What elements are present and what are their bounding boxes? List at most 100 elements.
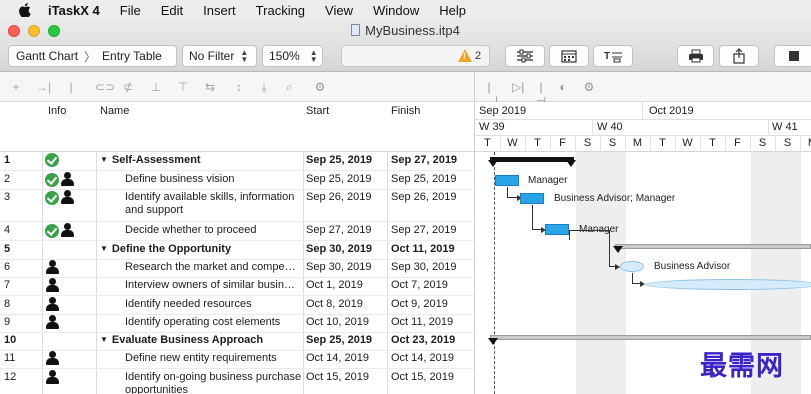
disclosure-triangle-icon[interactable]: ▼ bbox=[100, 335, 108, 344]
share-button[interactable] bbox=[719, 45, 759, 67]
task-bar[interactable] bbox=[545, 224, 569, 235]
table-row[interactable]: 5 ▼ Define the Opportunity Sep 30, 2019 O… bbox=[0, 241, 474, 260]
table-row[interactable]: 3 Identify available skills, information… bbox=[0, 189, 474, 222]
more-button[interactable] bbox=[774, 45, 811, 67]
menu-window[interactable]: Window bbox=[373, 3, 419, 18]
task-finish[interactable]: Sep 30, 2019 bbox=[391, 261, 473, 273]
search-icon[interactable]: ⌕ bbox=[283, 80, 295, 94]
zoom-popup[interactable]: 150% ▲ ▼ bbox=[262, 45, 323, 67]
task-start[interactable]: Oct 10, 2019 bbox=[306, 316, 388, 328]
go-start-icon[interactable]: |↔| bbox=[483, 80, 498, 108]
go-today-icon[interactable]: |⊣ bbox=[535, 80, 547, 108]
table-row[interactable]: 6 Research the market and compe… Sep 30,… bbox=[0, 259, 474, 278]
inspector-button[interactable] bbox=[505, 45, 545, 67]
task-start[interactable]: Oct 1, 2019 bbox=[306, 279, 388, 291]
task-start[interactable]: Oct 15, 2019 bbox=[306, 371, 388, 383]
unlink-icon[interactable]: ⊄ bbox=[122, 80, 134, 94]
task-name[interactable]: Decide whether to proceed bbox=[125, 224, 302, 237]
menu-app-name[interactable]: iTaskX 4 bbox=[48, 3, 100, 18]
progress-icon[interactable]: ◐ bbox=[557, 80, 569, 94]
disclosure-triangle-icon[interactable]: ▼ bbox=[100, 244, 108, 253]
view-selector[interactable]: Gantt Chart bbox=[16, 49, 78, 63]
task-finish[interactable]: Sep 27, 2019 bbox=[391, 224, 473, 236]
split-task-icon[interactable]: ⇆ bbox=[204, 80, 216, 94]
column-header-name[interactable]: Name bbox=[100, 105, 129, 117]
task-start[interactable]: Sep 27, 2019 bbox=[306, 224, 388, 236]
task-start[interactable]: Sep 30, 2019 bbox=[306, 243, 388, 255]
task-start[interactable]: Sep 25, 2019 bbox=[306, 173, 388, 185]
view-breadcrumb[interactable]: Gantt Chart 〉 Entry Table bbox=[8, 45, 177, 67]
column-header-finish[interactable]: Finish bbox=[391, 105, 420, 117]
task-finish[interactable]: Oct 23, 2019 bbox=[391, 334, 473, 346]
apple-menu-icon[interactable] bbox=[18, 3, 32, 17]
task-finish[interactable]: Oct 11, 2019 bbox=[391, 243, 473, 255]
task-name[interactable]: Define new entity requirements bbox=[125, 352, 302, 365]
task-bar[interactable] bbox=[520, 193, 544, 204]
column-header-start[interactable]: Start bbox=[306, 105, 329, 117]
print-button[interactable] bbox=[677, 45, 714, 67]
warning-icon[interactable] bbox=[458, 49, 472, 62]
summary-bar[interactable] bbox=[490, 335, 811, 340]
summary-bar[interactable] bbox=[490, 157, 574, 162]
pin-icon[interactable]: ↕ bbox=[233, 80, 245, 94]
task-name[interactable]: ▼ Self-Assessment bbox=[100, 154, 302, 166]
calendar-button[interactable] bbox=[549, 45, 589, 67]
table-row[interactable]: 4 Decide whether to proceed Sep 27, 2019… bbox=[0, 222, 474, 241]
task-name[interactable]: Define business vision bbox=[125, 173, 302, 186]
task-finish[interactable]: Oct 9, 2019 bbox=[391, 298, 473, 310]
table-row[interactable]: 2 Define business vision Sep 25, 2019 Se… bbox=[0, 171, 474, 190]
assign-resource-icon[interactable]: ⊥ bbox=[150, 80, 162, 94]
table-row[interactable]: 8 Identify needed resources Oct 8, 2019 … bbox=[0, 296, 474, 315]
column-header-info[interactable]: Info bbox=[48, 105, 66, 117]
gantt-settings-gear-icon[interactable]: ⚙ bbox=[583, 80, 595, 94]
task-name[interactable]: Identify needed resources bbox=[125, 298, 302, 311]
task-finish[interactable]: Oct 15, 2019 bbox=[391, 371, 473, 383]
task-start[interactable]: Sep 30, 2019 bbox=[306, 261, 388, 273]
table-row[interactable]: 1 ▼ Self-Assessment Sep 25, 2019 Sep 27, … bbox=[0, 152, 474, 171]
task-name[interactable]: Interview owners of similar busin… bbox=[125, 279, 302, 292]
task-name[interactable]: Identify operating cost elements bbox=[125, 316, 302, 329]
task-name[interactable]: Identify on-going business purchase oppo… bbox=[125, 371, 302, 394]
task-start[interactable]: Sep 25, 2019 bbox=[306, 154, 388, 166]
table-selector[interactable]: Entry Table bbox=[102, 49, 162, 63]
table-row[interactable]: 11 Define new entity requirements Oct 14… bbox=[0, 350, 474, 369]
menu-help[interactable]: Help bbox=[439, 3, 466, 18]
task-name[interactable]: Identify available skills, information a… bbox=[125, 191, 302, 217]
table-row[interactable]: 10 ▼ Evaluate Business Approach Sep 25, 2… bbox=[0, 332, 474, 351]
menu-insert[interactable]: Insert bbox=[203, 3, 236, 18]
task-bar[interactable] bbox=[645, 279, 811, 290]
download-icon[interactable]: ⤓ bbox=[258, 80, 270, 94]
add-task-icon[interactable]: + bbox=[10, 80, 22, 94]
text-format-button[interactable]: T bbox=[593, 45, 633, 67]
link-icon[interactable]: ⊂⊃ bbox=[95, 80, 115, 94]
task-name[interactable]: ▼ Evaluate Business Approach bbox=[100, 334, 302, 346]
table-row[interactable]: 12 Identify on-going business purchase o… bbox=[0, 369, 474, 394]
scroll-to-task-icon[interactable]: ▷| bbox=[512, 80, 524, 94]
task-bar[interactable] bbox=[620, 261, 644, 272]
task-finish[interactable]: Oct 14, 2019 bbox=[391, 352, 473, 364]
gear-icon[interactable]: ⚙ bbox=[314, 80, 326, 94]
milestone-icon[interactable]: ⊤ bbox=[177, 80, 189, 94]
menu-tracking[interactable]: Tracking bbox=[256, 3, 305, 18]
task-name[interactable]: ▼ Define the Opportunity bbox=[100, 243, 302, 255]
filter-popup[interactable]: No Filter ▲ ▼ bbox=[182, 45, 257, 67]
task-start[interactable]: Oct 14, 2019 bbox=[306, 352, 388, 364]
task-finish[interactable]: Sep 25, 2019 bbox=[391, 173, 473, 185]
table-row[interactable]: 7 Interview owners of similar busin… Oct… bbox=[0, 277, 474, 296]
task-finish[interactable]: Oct 7, 2019 bbox=[391, 279, 473, 291]
menu-file[interactable]: File bbox=[120, 3, 141, 18]
disclosure-triangle-icon[interactable]: ▼ bbox=[100, 155, 108, 164]
summary-bar[interactable] bbox=[615, 244, 811, 249]
task-finish[interactable]: Sep 27, 2019 bbox=[391, 154, 473, 166]
task-finish[interactable]: Sep 26, 2019 bbox=[391, 191, 473, 203]
menu-edit[interactable]: Edit bbox=[161, 3, 183, 18]
task-bar[interactable] bbox=[495, 175, 519, 186]
task-start[interactable]: Oct 8, 2019 bbox=[306, 298, 388, 310]
outdent-icon[interactable]: |← bbox=[65, 80, 77, 108]
task-name[interactable]: Research the market and compe… bbox=[125, 261, 302, 274]
menu-view[interactable]: View bbox=[325, 3, 353, 18]
table-row[interactable]: 9 Identify operating cost elements Oct 1… bbox=[0, 314, 474, 333]
task-finish[interactable]: Oct 11, 2019 bbox=[391, 316, 473, 328]
task-start[interactable]: Sep 25, 2019 bbox=[306, 334, 388, 346]
indent-icon[interactable]: →| bbox=[36, 80, 51, 94]
